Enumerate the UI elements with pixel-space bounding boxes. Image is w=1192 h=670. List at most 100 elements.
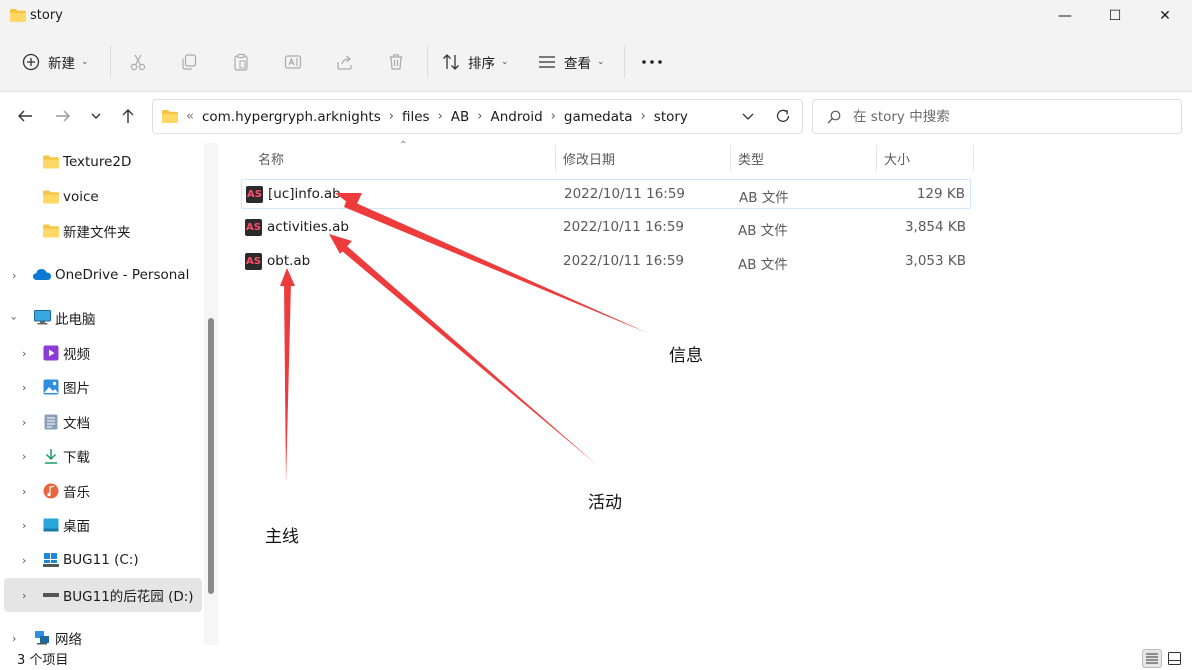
file-row[interactable]: AS [uc]info.ab 2022/10/11 16:59 AB 文件 12… bbox=[241, 179, 971, 209]
chevron-down-icon[interactable]: › bbox=[8, 316, 21, 320]
column-header-type[interactable]: 类型 bbox=[738, 142, 764, 174]
column-divider[interactable] bbox=[555, 145, 556, 171]
sort-icon bbox=[443, 54, 459, 70]
breadcrumb-item[interactable]: gamedata bbox=[564, 109, 633, 125]
up-button[interactable] bbox=[112, 100, 144, 132]
file-type: AB 文件 bbox=[739, 190, 789, 206]
command-bar: 新建 ⌄ 排序 ⌄ 查看 ⌄ bbox=[0, 32, 1192, 92]
close-button[interactable]: ✕ bbox=[1140, 0, 1190, 32]
sidebar-item-documents[interactable]: › 文档 bbox=[0, 405, 202, 439]
column-header-size[interactable]: 大小 bbox=[884, 142, 910, 174]
chevron-right-icon[interactable]: › bbox=[22, 381, 26, 394]
breadcrumb-item[interactable]: story bbox=[654, 109, 688, 125]
details-view-button[interactable] bbox=[1142, 649, 1162, 668]
breadcrumb-item[interactable]: com.hypergryph.arknights bbox=[202, 109, 381, 125]
breadcrumb-item[interactable]: Android bbox=[490, 109, 542, 125]
column-divider[interactable] bbox=[876, 145, 877, 171]
sidebar-item-drive-c[interactable]: › BUG11 (C:) bbox=[0, 543, 202, 577]
sidebar-item-label: 桌面 bbox=[63, 519, 90, 535]
sidebar-item-texture2d[interactable]: Texture2D bbox=[0, 145, 202, 179]
chevron-right-icon[interactable]: › bbox=[12, 269, 16, 282]
rename-button[interactable] bbox=[277, 46, 309, 78]
annotation-label-activities: 活动 bbox=[588, 493, 622, 513]
recent-locations-button[interactable] bbox=[80, 100, 112, 132]
video-folder-icon bbox=[43, 345, 59, 361]
chevron-right-icon[interactable]: › bbox=[12, 632, 16, 645]
share-button[interactable] bbox=[329, 46, 361, 78]
address-bar[interactable]: « com.hypergryph.arknights › files › AB … bbox=[152, 99, 803, 134]
more-button[interactable] bbox=[636, 46, 668, 78]
sidebar-item-drive-d[interactable]: › BUG11的后花园 (D:) bbox=[4, 578, 202, 612]
chevron-right-icon[interactable]: › bbox=[22, 450, 26, 463]
sidebar-item-label: 音乐 bbox=[63, 485, 90, 501]
sidebar-item-label: 新建文件夹 bbox=[63, 225, 131, 241]
sidebar-item-pictures[interactable]: › 图片 bbox=[0, 370, 202, 404]
paste-icon bbox=[234, 53, 248, 71]
folder-icon bbox=[43, 224, 59, 238]
file-row[interactable]: AS obt.ab 2022/10/11 16:59 AB 文件 3,053 K… bbox=[241, 247, 971, 277]
chevron-right-icon[interactable]: › bbox=[22, 347, 26, 360]
music-icon bbox=[43, 483, 59, 499]
delete-icon bbox=[389, 54, 403, 70]
breadcrumb-separator-icon[interactable]: › bbox=[389, 109, 394, 124]
cut-button[interactable] bbox=[122, 46, 154, 78]
sidebar-item-videos[interactable]: › 视频 bbox=[0, 336, 202, 370]
delete-button[interactable] bbox=[380, 46, 412, 78]
file-size: 3,053 KB bbox=[904, 253, 966, 269]
sidebar-item-label: 此电脑 bbox=[55, 312, 96, 328]
breadcrumb-item[interactable]: files bbox=[402, 109, 430, 125]
share-icon bbox=[337, 55, 352, 70]
more-icon bbox=[642, 60, 662, 64]
file-modified: 2022/10/11 16:59 bbox=[563, 253, 685, 269]
annotation-label-main: 主线 bbox=[265, 527, 299, 547]
breadcrumb-overflow[interactable]: « bbox=[186, 109, 194, 124]
search-box[interactable] bbox=[812, 99, 1182, 134]
column-header-name[interactable]: 名称 bbox=[258, 142, 284, 174]
sidebar-item-music[interactable]: › 音乐 bbox=[0, 474, 202, 508]
breadcrumb-separator-icon[interactable]: › bbox=[477, 109, 482, 124]
file-row[interactable]: AS activities.ab 2022/10/11 16:59 AB 文件 … bbox=[241, 213, 971, 243]
breadcrumb-separator-icon[interactable]: › bbox=[551, 109, 556, 124]
plus-circle-icon bbox=[22, 53, 40, 71]
column-divider[interactable] bbox=[730, 145, 731, 171]
paste-button[interactable] bbox=[225, 46, 257, 78]
back-button[interactable] bbox=[9, 100, 41, 132]
copy-button[interactable] bbox=[173, 46, 205, 78]
search-input[interactable] bbox=[853, 106, 1163, 128]
refresh-icon[interactable] bbox=[775, 108, 791, 124]
breadcrumb-separator-icon[interactable]: › bbox=[641, 109, 646, 124]
view-icon bbox=[539, 56, 555, 68]
sidebar-item-voice[interactable]: voice bbox=[0, 180, 202, 214]
chevron-right-icon[interactable]: › bbox=[22, 519, 26, 532]
sidebar-item-downloads[interactable]: › 下载 bbox=[0, 439, 202, 473]
column-divider[interactable] bbox=[973, 145, 974, 171]
folder-icon bbox=[43, 190, 59, 204]
documents-folder-icon bbox=[44, 414, 58, 430]
chevron-right-icon[interactable]: › bbox=[22, 416, 26, 429]
chevron-right-icon[interactable]: › bbox=[22, 554, 26, 567]
pictures-folder-icon bbox=[43, 379, 59, 395]
sidebar-item-desktop[interactable]: › 桌面 bbox=[0, 508, 202, 542]
forward-button[interactable] bbox=[47, 100, 79, 132]
sidebar-scrollbar-thumb[interactable] bbox=[208, 318, 214, 594]
minimize-button[interactable]: — bbox=[1040, 0, 1090, 32]
chevron-right-icon[interactable]: › bbox=[22, 485, 26, 498]
item-count: 3 个项目 bbox=[17, 653, 69, 668]
new-button[interactable]: 新建 ⌄ bbox=[22, 46, 89, 78]
sidebar-item-new-folder[interactable]: 新建文件夹 bbox=[0, 214, 202, 248]
sidebar-item-label: 下载 bbox=[63, 450, 90, 466]
chevron-down-icon[interactable] bbox=[741, 109, 755, 123]
sidebar-item-onedrive[interactable]: › OneDrive - Personal bbox=[0, 258, 202, 292]
sort-button[interactable]: 排序 ⌄ bbox=[442, 46, 509, 78]
maximize-button[interactable]: ☐ bbox=[1090, 0, 1140, 32]
breadcrumb-item[interactable]: AB bbox=[451, 109, 470, 125]
chevron-down-icon: ⌄ bbox=[501, 57, 509, 67]
view-button[interactable]: 查看 ⌄ bbox=[538, 46, 605, 78]
breadcrumb-separator-icon[interactable]: › bbox=[438, 109, 443, 124]
column-header-modified[interactable]: 修改日期 bbox=[563, 142, 615, 174]
title-bar: story — ☐ ✕ bbox=[0, 0, 1192, 32]
chevron-right-icon[interactable]: › bbox=[22, 589, 26, 602]
tiles-view-button[interactable] bbox=[1164, 649, 1184, 668]
sidebar-item-this-pc[interactable]: › 此电脑 bbox=[0, 301, 202, 335]
ab-file-icon: AS bbox=[245, 219, 262, 236]
